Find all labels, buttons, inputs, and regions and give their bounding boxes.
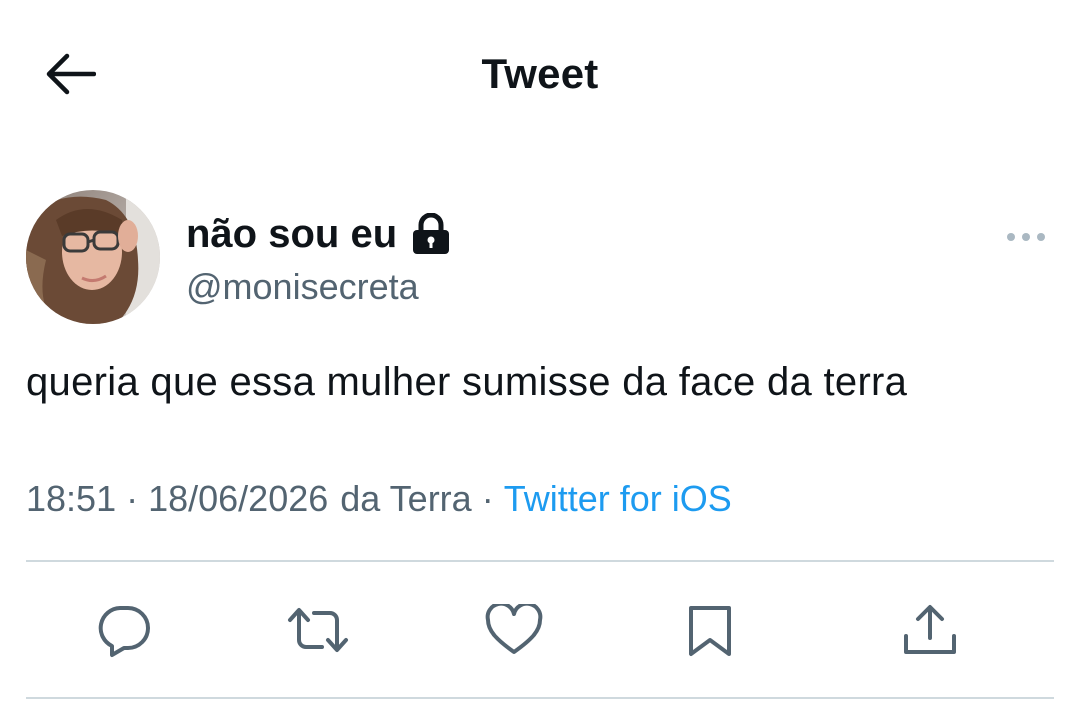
tweet-metadata: 18:51 · 18/06/2026 da Terra · Twitter fo…	[26, 478, 732, 520]
retweet-icon	[288, 608, 348, 652]
share-icon	[904, 605, 956, 654]
more-options-button[interactable]	[996, 222, 1056, 252]
heart-icon	[485, 604, 543, 654]
author-names: não sou eu @monisecreta	[186, 208, 451, 308]
like-button[interactable]	[482, 600, 546, 660]
page-title: Tweet	[481, 50, 599, 97]
more-horizontal-icon	[1007, 233, 1045, 241]
avatar-image	[26, 190, 160, 324]
divider	[26, 697, 1054, 699]
bookmark-icon	[689, 606, 731, 656]
avatar[interactable]	[26, 190, 160, 324]
header: Tweet	[0, 0, 1080, 150]
bookmark-button[interactable]	[678, 600, 742, 660]
separator: ·	[481, 478, 494, 519]
lock-icon	[413, 213, 450, 254]
share-button[interactable]	[898, 600, 962, 660]
reply-button[interactable]	[92, 600, 156, 660]
tweet-detail-page: Tweet não sou eu @monisecreta queria que…	[0, 0, 1080, 715]
retweet-button[interactable]	[286, 600, 350, 660]
handle[interactable]: @monisecreta	[186, 266, 451, 308]
action-bar	[26, 562, 1054, 698]
tweet-location: da Terra	[340, 478, 472, 519]
tweet-source-link[interactable]: Twitter for iOS	[504, 478, 732, 520]
tweet-time: 18:51	[26, 478, 117, 519]
reply-icon	[98, 606, 150, 657]
tweet-text: queria que essa mulher sumisse da face d…	[26, 360, 908, 404]
tweet-author: não sou eu @monisecreta	[26, 190, 1056, 330]
display-name[interactable]: não sou eu	[186, 212, 397, 257]
display-name-row: não sou eu	[186, 208, 451, 260]
separator: ·	[126, 478, 139, 519]
tweet-date: 18/06/2026	[148, 478, 329, 519]
